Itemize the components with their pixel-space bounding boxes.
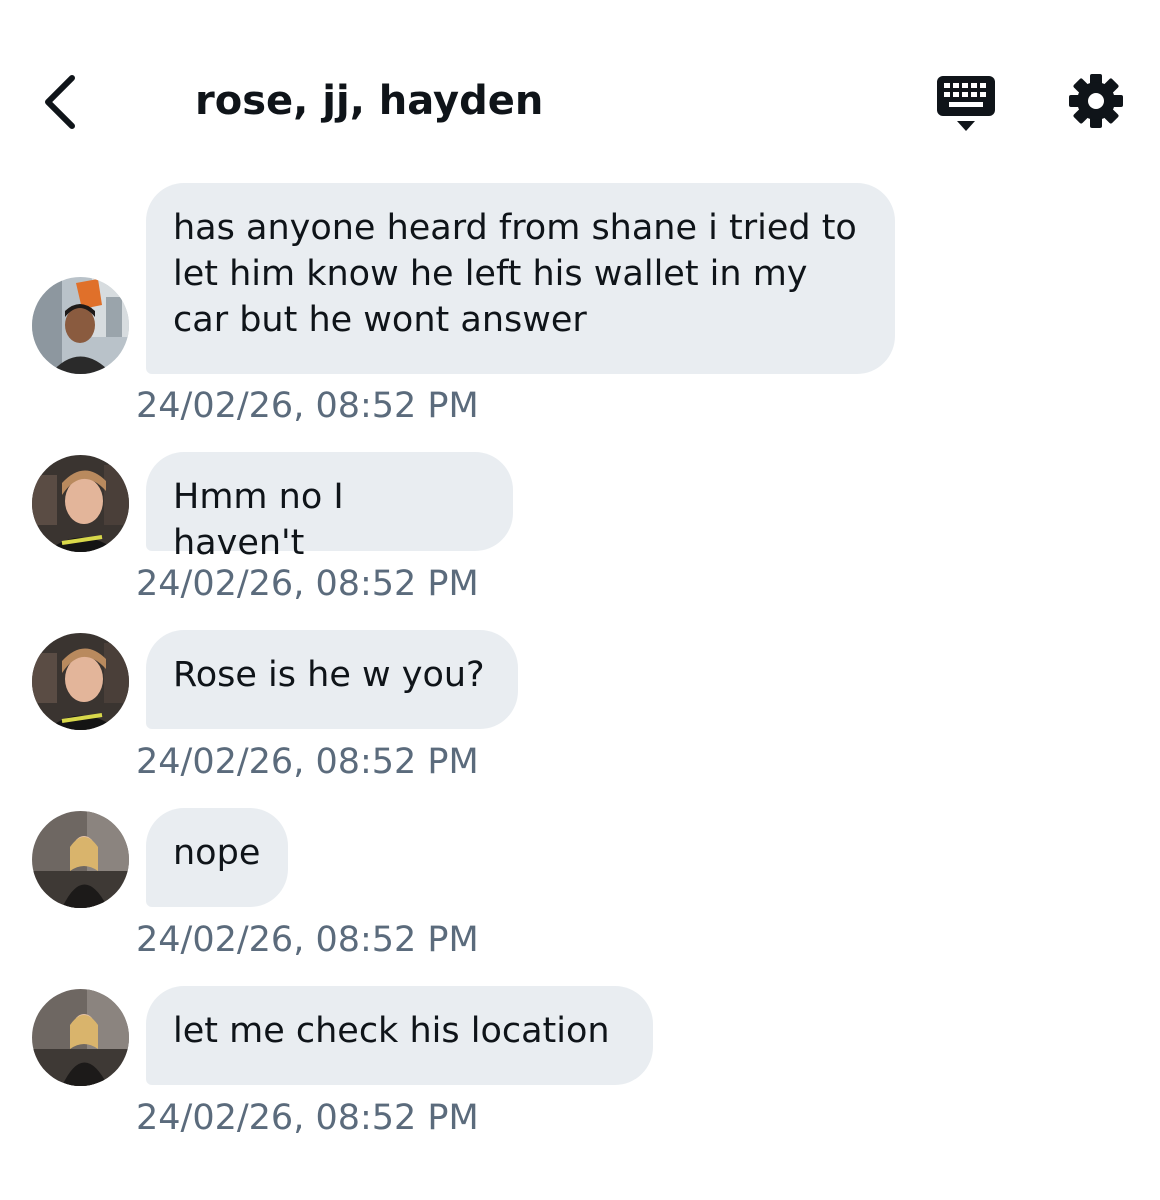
avatar-jj[interactable] bbox=[32, 277, 129, 374]
conversation-title: rose, jj, hayden bbox=[195, 78, 544, 124]
message-timestamp: 24/02/26, 08:52 PM bbox=[136, 920, 479, 960]
conversation-header: rose, jj, hayden bbox=[0, 0, 1160, 170]
keyboard-button[interactable] bbox=[935, 74, 997, 134]
avatar-hayden[interactable] bbox=[32, 455, 129, 552]
keyboard-icon bbox=[937, 76, 995, 131]
avatar-hayden[interactable] bbox=[32, 633, 129, 730]
message-timestamp: 24/02/26, 08:52 PM bbox=[136, 386, 479, 426]
message-timestamp: 24/02/26, 08:52 PM bbox=[136, 564, 479, 604]
back-button[interactable] bbox=[38, 72, 86, 132]
message-timestamp: 24/02/26, 08:52 PM bbox=[136, 1098, 479, 1138]
chevron-left-icon bbox=[45, 75, 75, 129]
avatar-image bbox=[32, 633, 129, 730]
avatar-rose[interactable] bbox=[32, 989, 129, 1086]
message-timestamp: 24/02/26, 08:52 PM bbox=[136, 742, 479, 782]
message-bubble[interactable]: let me check his location bbox=[146, 986, 653, 1085]
avatar-image bbox=[32, 989, 129, 1086]
avatar-image bbox=[32, 277, 129, 374]
message-bubble[interactable]: nope bbox=[146, 808, 288, 907]
gear-icon bbox=[1069, 74, 1123, 128]
message-bubble[interactable]: Hmm no I haven't bbox=[146, 452, 513, 563]
settings-button[interactable] bbox=[1068, 72, 1124, 130]
message-bubble[interactable]: Rose is he w you? bbox=[146, 630, 518, 729]
message-bubble[interactable]: has anyone heard from shane i tried to l… bbox=[146, 183, 895, 374]
avatar-image bbox=[32, 455, 129, 552]
avatar-rose[interactable] bbox=[32, 811, 129, 908]
avatar-image bbox=[32, 811, 129, 908]
